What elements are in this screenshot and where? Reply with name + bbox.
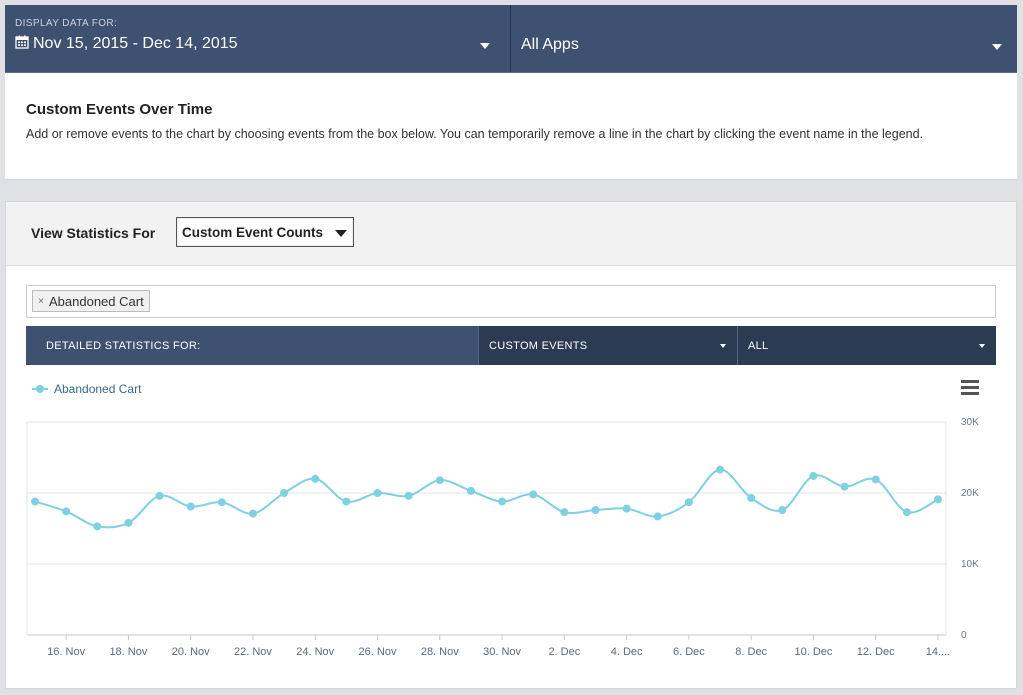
data-point[interactable] [466,486,475,495]
apps-dropdown[interactable]: All Apps [511,5,1017,72]
x-tick-label: 28. Nov [421,646,459,658]
data-point[interactable] [404,491,413,500]
y-tick-label: 10K [961,559,979,570]
data-point[interactable] [716,465,725,474]
data-point[interactable] [373,489,382,497]
x-tick-label: 12. Dec [857,646,895,658]
data-point[interactable] [560,508,569,517]
line-chart: 16. Nov 18. Nov 20. Nov 22. Nov 24. Nov 26. N… [26,417,979,658]
x-tick-label: 2. Dec [548,646,580,658]
data-point[interactable] [653,512,662,521]
data-point[interactable] [902,508,911,517]
date-range-dropdown[interactable]: DISPLAY DATA FOR: Nov 15, 2015 - Dec 14,… [5,5,510,72]
data-point[interactable] [498,497,507,506]
data-point[interactable] [747,493,756,502]
data-point[interactable] [31,497,39,506]
date-caption: DISPLAY DATA FOR: [15,18,118,29]
data-point[interactable] [435,476,444,485]
y-tick-label: 0 [961,630,967,641]
x-tick-label: 16. Nov [47,646,85,658]
intro-description: Add or remove events to the chart by cho… [26,127,924,141]
y-tick-label: 30K [961,417,979,428]
data-point[interactable] [778,506,787,515]
x-tick-label: 22. Nov [234,646,272,658]
apps-value: All Apps [521,36,579,53]
data-point[interactable] [529,490,538,499]
data-point[interactable] [684,498,693,507]
x-tick-label: 8. Dec [735,646,767,658]
data-point[interactable] [280,489,289,497]
data-point[interactable] [934,495,942,504]
data-point[interactable] [871,475,880,484]
data-point[interactable] [155,491,164,500]
top-filter-bar: DISPLAY DATA FOR: Nov 15, 2015 - Dec 14,… [5,5,1017,74]
data-point[interactable] [311,474,320,483]
data-point[interactable] [809,471,818,480]
calendar-icon [15,35,29,49]
x-tick-label: 26. Nov [359,646,397,658]
data-point[interactable] [622,504,631,513]
data-point[interactable] [62,507,71,516]
data-point[interactable] [217,498,226,507]
chevron-down-icon [992,44,1002,50]
chevron-down-icon [480,43,490,49]
date-range-value: Nov 15, 2015 - Dec 14, 2015 [15,35,238,53]
data-point[interactable] [186,502,195,511]
y-tick-label: 20K [961,488,979,499]
data-point[interactable] [124,518,133,527]
x-tick-label: 4. Dec [611,646,643,658]
x-tick-label: 20. Nov [172,646,210,658]
x-tick-label: 10. Dec [794,646,832,658]
x-tick-label: 30. Nov [483,646,521,658]
x-tick-label: 14.... [926,646,950,658]
data-point[interactable] [93,522,102,531]
x-tick-label: 18. Nov [109,646,147,658]
statistics-panel: View Statistics For Custom Event Counts … [5,201,1017,689]
data-point[interactable] [840,482,849,491]
intro-panel: Custom Events Over Time Add or remove ev… [5,73,1017,180]
data-point[interactable] [342,497,351,506]
page-title: Custom Events Over Time [26,101,213,118]
date-range-text: Nov 15, 2015 - Dec 14, 2015 [33,35,238,52]
data-point[interactable] [591,506,600,515]
x-tick-label: 6. Dec [673,646,705,658]
x-tick-label: 24. Nov [296,646,334,658]
series-line-abandoned-cart[interactable] [34,468,939,529]
data-point[interactable] [248,509,257,518]
